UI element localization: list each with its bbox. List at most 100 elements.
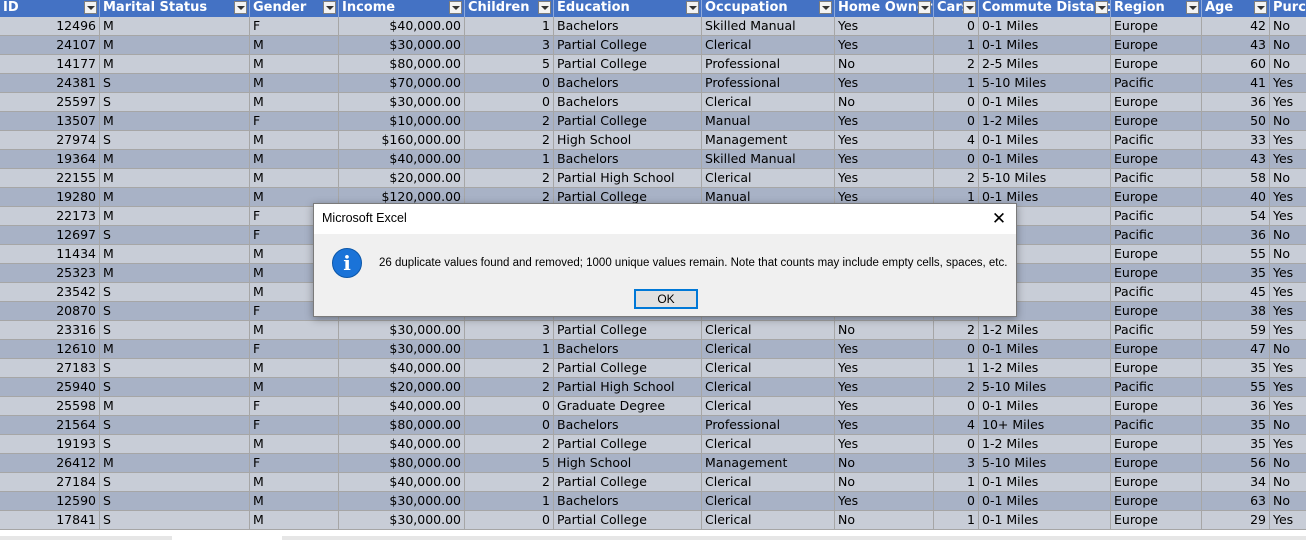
cell-age[interactable]: 36 <box>1202 397 1270 416</box>
cell-income[interactable]: $30,000.00 <box>339 36 465 55</box>
cell-commute-distance[interactable]: 0-1 Miles <box>979 150 1111 169</box>
cell-age[interactable]: 50 <box>1202 112 1270 131</box>
cell-age[interactable]: 55 <box>1202 378 1270 397</box>
filter-dropdown-icon[interactable] <box>819 1 832 14</box>
column-header-marital-status[interactable]: Marital Status <box>100 0 250 17</box>
cell-cars[interactable]: 0 <box>934 93 979 112</box>
cell-marital-status[interactable]: S <box>100 283 250 302</box>
cell-id[interactable]: 12697 <box>0 226 100 245</box>
cell-income[interactable]: $40,000.00 <box>339 435 465 454</box>
table-row[interactable]: 25597 S M $30,000.00 0 Bachelors Clerical No 0 0-… <box>0 93 1306 112</box>
cell-age[interactable]: 59 <box>1202 321 1270 340</box>
cell-home-owner[interactable]: Yes <box>835 416 934 435</box>
cell-age[interactable]: 35 <box>1202 435 1270 454</box>
cell-region[interactable]: Europe <box>1111 188 1202 207</box>
column-header-age[interactable]: Age <box>1202 0 1270 17</box>
cell-education[interactable]: Bachelors <box>554 340 702 359</box>
cell-age[interactable]: 63 <box>1202 492 1270 511</box>
cell-region[interactable]: Pacific <box>1111 207 1202 226</box>
cell-marital-status[interactable]: M <box>100 245 250 264</box>
cell-education[interactable]: Partial High School <box>554 169 702 188</box>
cell-commute-distance[interactable]: 0-1 Miles <box>979 93 1111 112</box>
cell-gender[interactable]: F <box>250 454 339 473</box>
cell-home-owner[interactable]: Yes <box>835 112 934 131</box>
cell-cars[interactable]: 3 <box>934 454 979 473</box>
cell-id[interactable]: 19364 <box>0 150 100 169</box>
cell-age[interactable]: 33 <box>1202 131 1270 150</box>
cell-cars[interactable]: 0 <box>934 397 979 416</box>
cell-region[interactable]: Europe <box>1111 435 1202 454</box>
cell-education[interactable]: Partial College <box>554 55 702 74</box>
cell-children[interactable]: 2 <box>465 378 554 397</box>
cell-commute-distance[interactable]: 1-2 Miles <box>979 112 1111 131</box>
cell-children[interactable]: 2 <box>465 473 554 492</box>
cell-marital-status[interactable]: S <box>100 359 250 378</box>
cell-region[interactable]: Pacific <box>1111 416 1202 435</box>
cell-income[interactable]: $160,000.00 <box>339 131 465 150</box>
cell-children[interactable]: 1 <box>465 340 554 359</box>
cell-children[interactable]: 2 <box>465 169 554 188</box>
cell-commute-distance[interactable]: 0-1 Miles <box>979 36 1111 55</box>
cell-commute-distance[interactable]: 0-1 Miles <box>979 340 1111 359</box>
cell-marital-status[interactable]: M <box>100 150 250 169</box>
cell-education[interactable]: Partial College <box>554 112 702 131</box>
cell-region[interactable]: Europe <box>1111 340 1202 359</box>
cell-education[interactable]: Partial College <box>554 511 702 530</box>
cell-marital-status[interactable]: M <box>100 169 250 188</box>
cell-purchased-bike[interactable]: No <box>1270 112 1306 131</box>
cell-marital-status[interactable]: M <box>100 340 250 359</box>
cell-id[interactable]: 27974 <box>0 131 100 150</box>
cell-commute-distance[interactable]: 10+ Miles <box>979 416 1111 435</box>
cell-income[interactable]: $40,000.00 <box>339 397 465 416</box>
cell-region[interactable]: Europe <box>1111 112 1202 131</box>
column-header-commute-distance[interactable]: Commute Distance <box>979 0 1111 17</box>
cell-cars[interactable]: 2 <box>934 378 979 397</box>
cell-occupation[interactable]: Clerical <box>702 397 835 416</box>
cell-id[interactable]: 25323 <box>0 264 100 283</box>
cell-children[interactable]: 0 <box>465 416 554 435</box>
cell-cars[interactable]: 4 <box>934 131 979 150</box>
cell-age[interactable]: 40 <box>1202 188 1270 207</box>
cell-purchased-bike[interactable]: Yes <box>1270 511 1306 530</box>
cell-gender[interactable]: M <box>250 36 339 55</box>
cell-commute-distance[interactable]: 0-1 Miles <box>979 131 1111 150</box>
cell-marital-status[interactable]: S <box>100 74 250 93</box>
cell-marital-status[interactable]: M <box>100 207 250 226</box>
table-row[interactable]: 19364 M M $40,000.00 1 Bachelors Skilled Manua… <box>0 150 1306 169</box>
cell-children[interactable]: 1 <box>465 150 554 169</box>
cell-purchased-bike[interactable]: No <box>1270 473 1306 492</box>
cell-commute-distance[interactable]: 1-2 Miles <box>979 321 1111 340</box>
cell-occupation[interactable]: Skilled Manual <box>702 150 835 169</box>
cell-purchased-bike[interactable]: No <box>1270 17 1306 36</box>
table-row[interactable]: 24381 S M $70,000.00 0 Bachelors Professional Y… <box>0 74 1306 93</box>
cell-age[interactable]: 54 <box>1202 207 1270 226</box>
cell-income[interactable]: $80,000.00 <box>339 55 465 74</box>
cell-marital-status[interactable]: S <box>100 131 250 150</box>
column-header-cars[interactable]: Cars <box>934 0 979 17</box>
cell-age[interactable]: 36 <box>1202 93 1270 112</box>
cell-cars[interactable]: 4 <box>934 416 979 435</box>
cell-children[interactable]: 0 <box>465 511 554 530</box>
cell-marital-status[interactable]: M <box>100 112 250 131</box>
cell-id[interactable]: 27183 <box>0 359 100 378</box>
cell-income[interactable]: $80,000.00 <box>339 416 465 435</box>
cell-cars[interactable]: 1 <box>934 473 979 492</box>
filter-dropdown-icon[interactable] <box>1254 1 1267 14</box>
cell-purchased-bike[interactable]: No <box>1270 55 1306 74</box>
cell-gender[interactable]: F <box>250 397 339 416</box>
cell-commute-distance[interactable]: 5-10 Miles <box>979 74 1111 93</box>
cell-occupation[interactable]: Management <box>702 131 835 150</box>
close-icon[interactable]: ✕ <box>986 206 1012 232</box>
table-row[interactable]: 26412 M F $80,000.00 5 High School Management N… <box>0 454 1306 473</box>
cell-gender[interactable]: M <box>250 55 339 74</box>
cell-id[interactable]: 27184 <box>0 473 100 492</box>
cell-purchased-bike[interactable]: No <box>1270 492 1306 511</box>
table-row[interactable]: 25598 M F $40,000.00 0 Graduate Degree Clerica… <box>0 397 1306 416</box>
cell-purchased-bike[interactable]: Yes <box>1270 207 1306 226</box>
cell-education[interactable]: Graduate Degree <box>554 397 702 416</box>
cell-cars[interactable]: 1 <box>934 511 979 530</box>
cell-commute-distance[interactable]: 5-10 Miles <box>979 454 1111 473</box>
cell-income[interactable]: $30,000.00 <box>339 93 465 112</box>
cell-marital-status[interactable]: S <box>100 416 250 435</box>
cell-region[interactable]: Europe <box>1111 55 1202 74</box>
